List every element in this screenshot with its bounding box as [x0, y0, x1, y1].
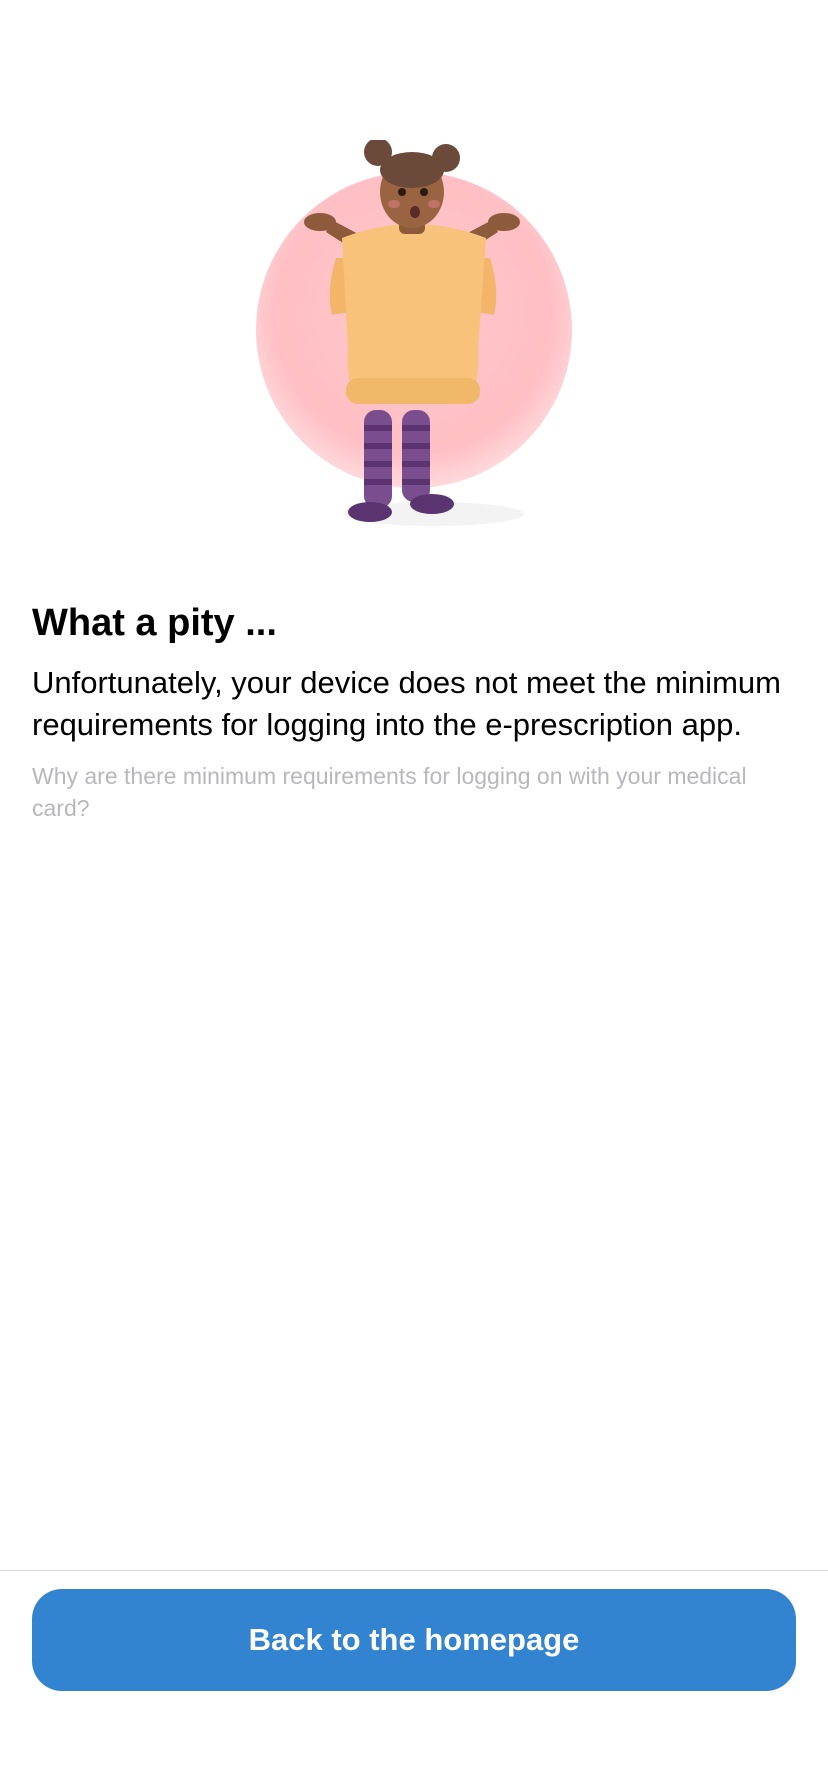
footer-divider	[0, 1570, 828, 1571]
sweater	[342, 224, 486, 398]
error-message: Unfortunately, your device does not meet…	[32, 665, 781, 742]
shrugging-girl-illustration	[256, 140, 572, 526]
back-to-homepage-button[interactable]: Back to the homepage	[32, 1589, 796, 1691]
requirements-info-link[interactable]: Why are there minimum requirements for l…	[32, 760, 796, 824]
illustration	[0, 140, 828, 540]
page-title: What a pity ...	[32, 602, 277, 644]
message-section: What a pity ... Unfortunately, your devi…	[32, 600, 796, 824]
